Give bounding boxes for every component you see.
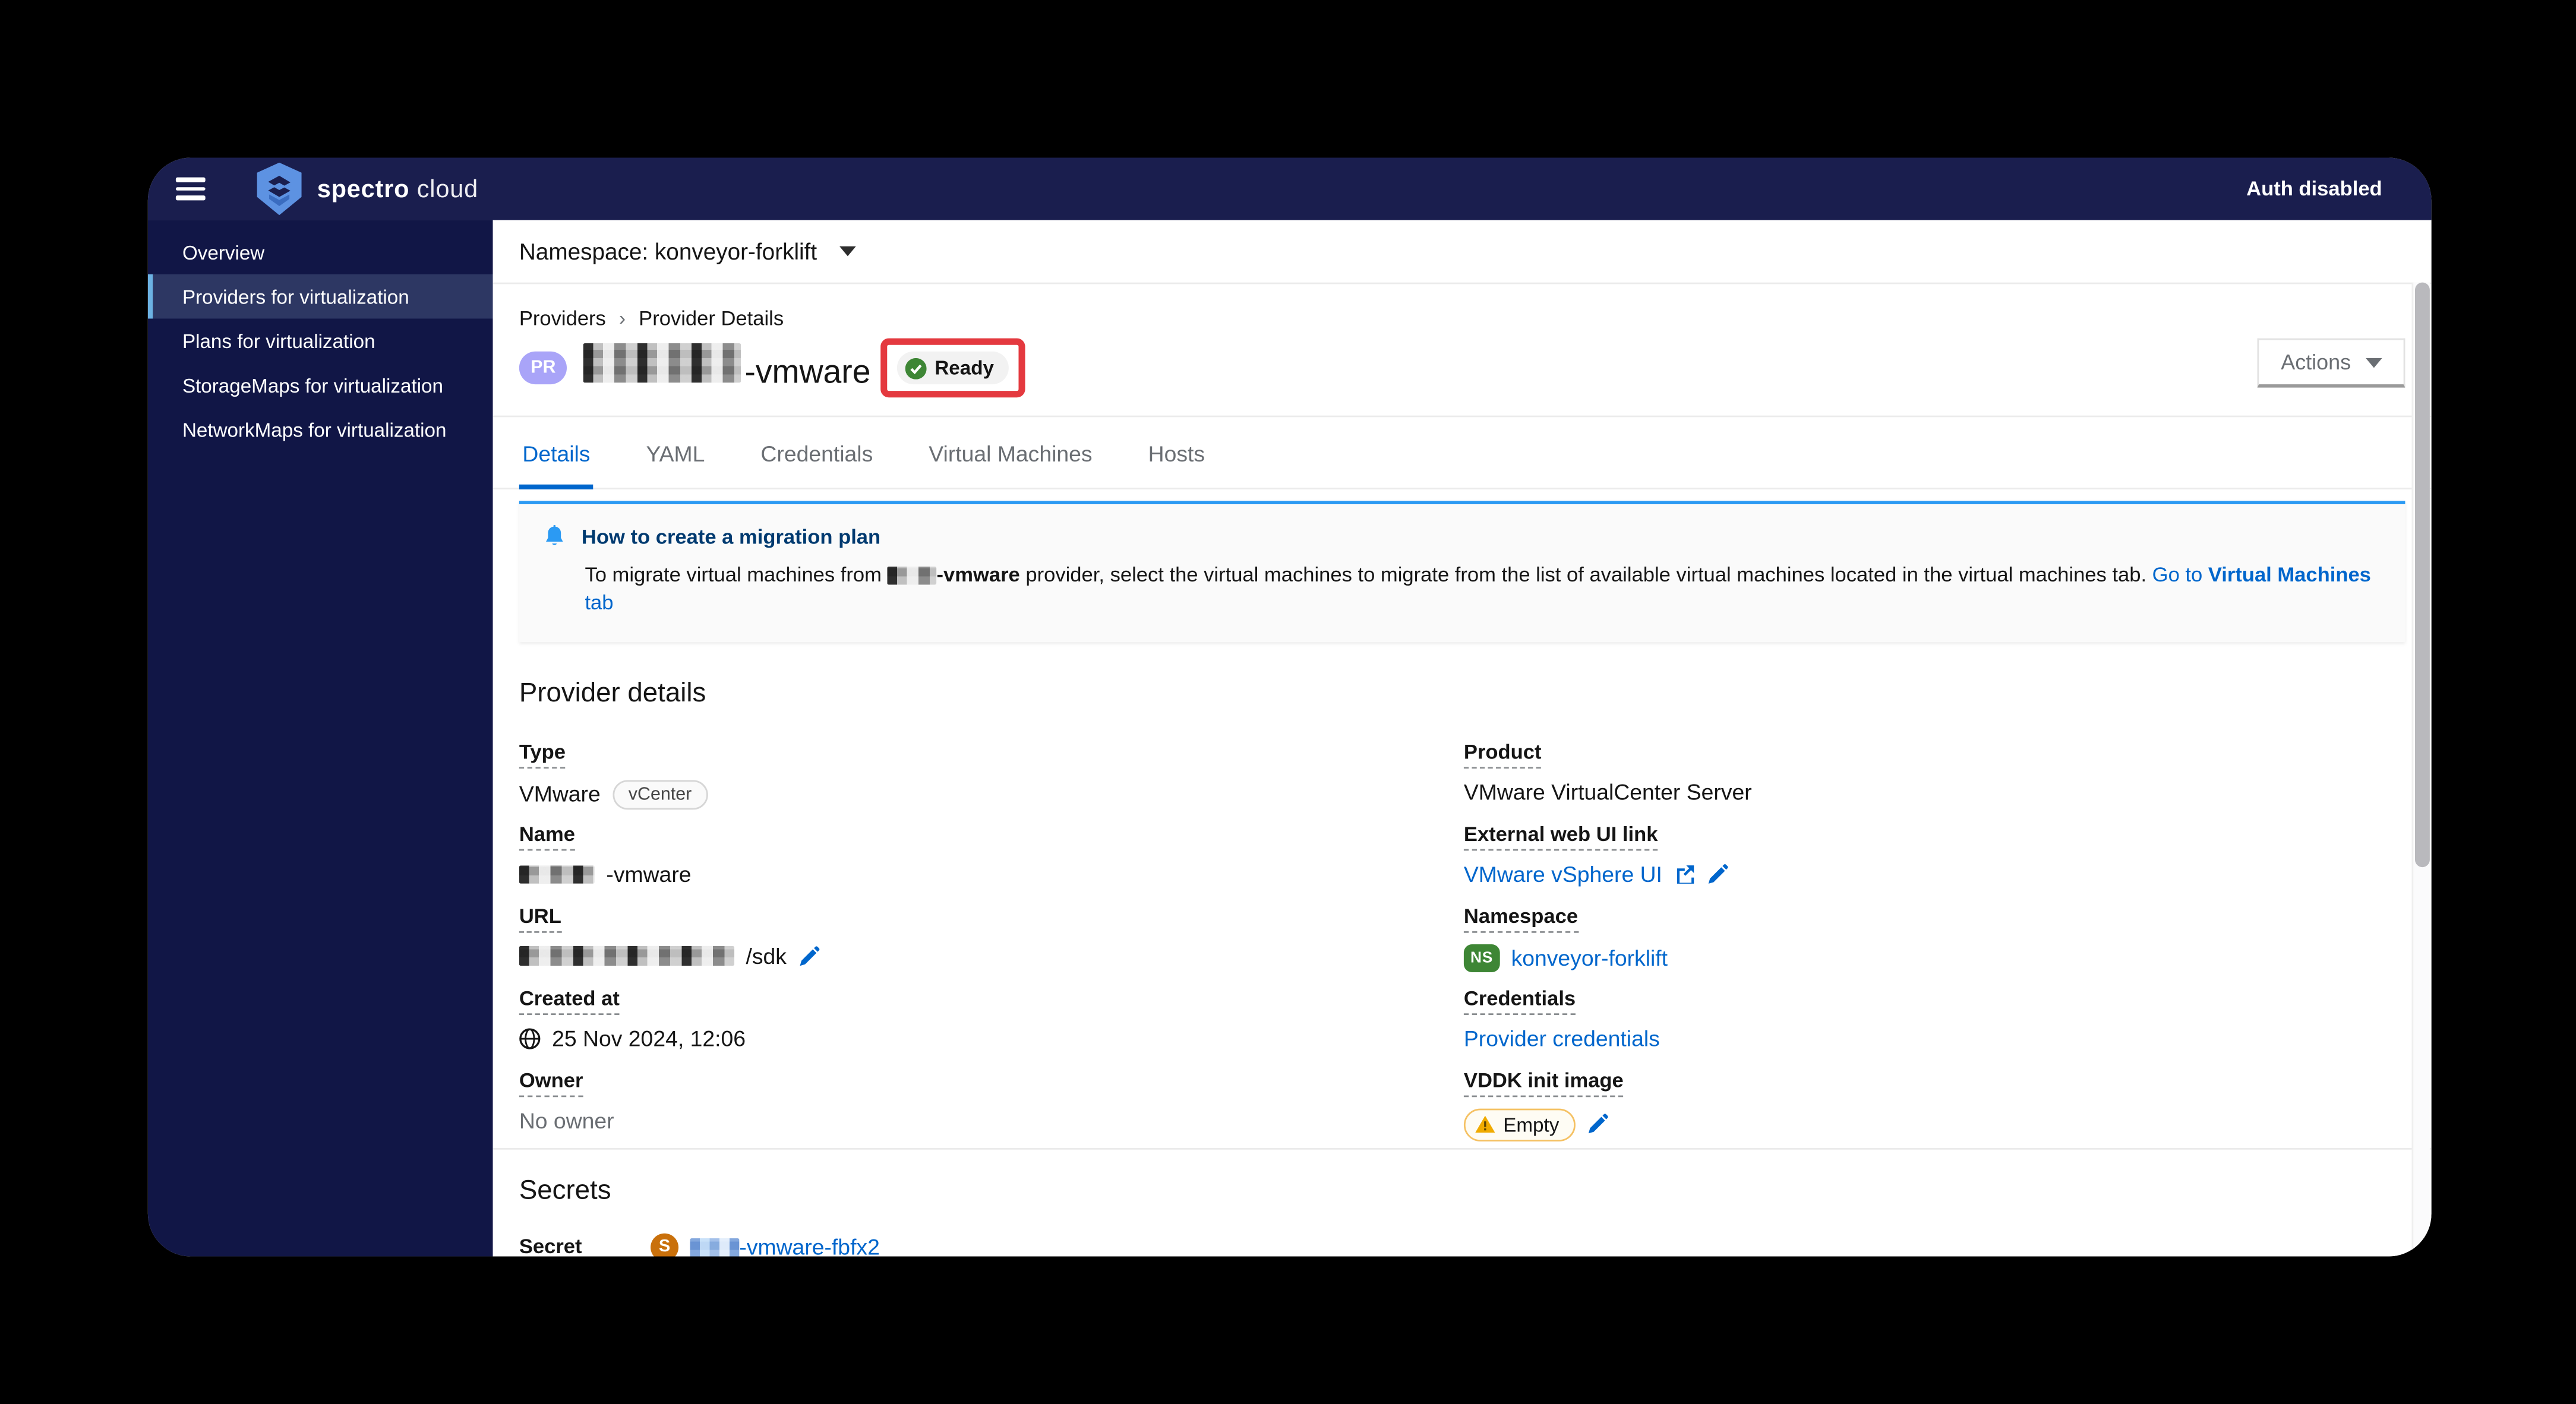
section-heading: Secrets — [519, 1175, 611, 1206]
breadcrumb-provider-details: Provider Details — [639, 307, 784, 330]
status-badge: Ready — [896, 351, 1009, 385]
check-circle-icon — [905, 357, 927, 379]
provider-details-section: Provider details Type VMware vCenter Nam… — [493, 642, 2432, 1148]
main-panel: Namespace: konveyor-forklift Providers ›… — [493, 220, 2432, 1257]
field-vddk: VDDK init image Empty — [1463, 1065, 2405, 1141]
breadcrumb-separator-icon: › — [618, 307, 626, 330]
bell-icon — [542, 524, 567, 550]
page-title-row: PR -vmware Ready Actions — [493, 330, 2432, 398]
redacted-secret-prefix — [690, 1238, 740, 1257]
edit-pencil-icon[interactable] — [1707, 864, 1728, 885]
app-header: spectro cloud Auth disabled — [147, 157, 2432, 220]
globe-icon — [519, 1027, 541, 1049]
secret-link[interactable]: -vmware-fbfx2 — [690, 1235, 880, 1257]
edit-pencil-icon[interactable] — [1587, 1114, 1608, 1136]
field-url: URL /sdk — [519, 901, 1464, 969]
breadcrumb-providers[interactable]: Providers — [519, 307, 606, 330]
field-owner: Owner No owner — [519, 1068, 614, 1133]
banner-body: To migrate virtual machines from -vmware… — [585, 563, 2371, 614]
namespace-link[interactable]: konveyor-forklift — [1511, 946, 1668, 970]
redacted-provider-name — [519, 865, 595, 884]
field-created-at: Created at 25 Nov 2024, 12:06 — [519, 986, 746, 1051]
field-external-web-ui: External web UI link VMware vSphere UI — [1463, 819, 2405, 887]
field-name: Name -vmware — [519, 822, 692, 887]
chevron-down-icon — [2366, 357, 2382, 368]
banner-title: How to create a migration plan — [581, 525, 881, 549]
hamburger-menu-icon[interactable] — [175, 177, 206, 201]
tab-bar: Details YAML Credentials Virtual Machine… — [493, 415, 2432, 490]
screen: spectro cloud Auth disabled Overview Pro… — [0, 0, 2576, 1404]
redacted-provider-name — [887, 567, 937, 586]
vsphere-ui-link[interactable]: VMware vSphere UI — [1464, 862, 1662, 886]
brand-logo: spectro cloud — [255, 162, 479, 216]
field-namespace: Namespace NS konveyor-forklift — [1463, 901, 2405, 972]
tab-yaml[interactable]: YAML — [643, 417, 708, 489]
redacted-url — [519, 946, 735, 966]
tab-hosts[interactable]: Hosts — [1145, 417, 1208, 489]
sidebar-item-storagemaps[interactable]: StorageMaps for virtualization — [148, 363, 493, 407]
section-heading: Provider details — [519, 678, 706, 708]
namespace-selector[interactable]: Namespace: konveyor-forklift — [493, 220, 2432, 284]
sidebar-item-networkmaps[interactable]: NetworkMaps for virtualization — [148, 407, 493, 452]
annotation-highlight-box: Ready — [880, 338, 1025, 398]
provider-credentials-link[interactable]: Provider credentials — [1464, 1026, 1660, 1051]
sidebar-nav: Overview Providers for virtualization Pl… — [147, 220, 493, 1257]
field-type: Type VMware vCenter — [519, 737, 1464, 809]
redacted-provider-name — [583, 343, 741, 383]
sidebar-item-providers[interactable]: Providers for virtualization — [147, 274, 493, 319]
field-product: Product VMware VirtualCenter Server — [1463, 740, 1752, 805]
field-credentials: Credentials Provider credentials — [1463, 986, 1660, 1051]
edit-pencil-icon[interactable] — [798, 946, 819, 967]
chevron-down-icon — [839, 246, 857, 257]
info-banner: How to create a migration plan To migrat… — [519, 501, 2405, 642]
sidebar-item-plans[interactable]: Plans for virtualization — [148, 318, 493, 363]
vddk-empty-badge: Empty — [1463, 1108, 1576, 1141]
app-window: spectro cloud Auth disabled Overview Pro… — [147, 157, 2432, 1257]
namespace-selector-label: Namespace: konveyor-forklift — [519, 238, 817, 265]
breadcrumb: Providers › Provider Details — [493, 284, 2432, 330]
brand-name: spectro cloud — [317, 175, 479, 203]
secrets-section: Secrets Secret S -vmware-fbfx2 — [493, 1149, 2432, 1257]
scrollbar-thumb[interactable] — [2414, 282, 2430, 868]
spectro-shield-icon — [255, 162, 304, 216]
external-link-icon[interactable] — [1674, 864, 1695, 885]
sidebar-item-overview[interactable]: Overview — [148, 230, 493, 274]
namespace-badge: NS — [1463, 944, 1500, 972]
tab-credentials[interactable]: Credentials — [757, 417, 876, 489]
tab-details[interactable]: Details — [519, 417, 594, 490]
page-title: -vmware — [583, 343, 870, 393]
warning-triangle-icon — [1475, 1115, 1495, 1133]
tab-virtual-machines[interactable]: Virtual Machines — [926, 417, 1096, 489]
vcenter-pill: vCenter — [612, 779, 708, 809]
secret-row: Secret S -vmware-fbfx2 — [519, 1231, 2405, 1257]
actions-button[interactable]: Actions — [2258, 338, 2405, 388]
auth-status: Auth disabled — [2246, 177, 2382, 201]
provider-type-badge: PR — [519, 351, 567, 385]
secret-badge: S — [651, 1233, 679, 1257]
